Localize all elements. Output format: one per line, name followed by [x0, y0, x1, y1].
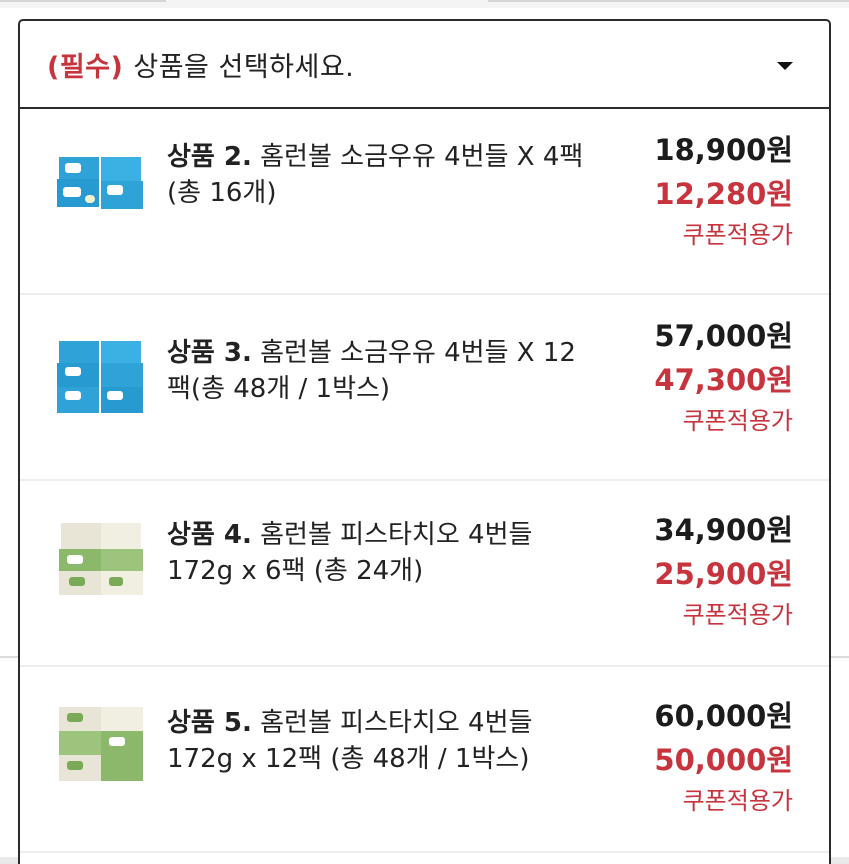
original-price: 57,000원	[654, 319, 793, 353]
strip-segment	[488, 0, 849, 2]
option-prices: 34,900원 25,900원 쿠폰적용가	[654, 509, 793, 633]
option-number: 상품 3.	[167, 338, 252, 368]
option-prices: 57,000원 47,300원 쿠폰적용가	[654, 315, 793, 439]
option-prices: 18,900원 12,280원 쿠폰적용가	[654, 129, 793, 253]
strip-segment	[0, 0, 166, 2]
product-select-dropdown[interactable]: (필수) 상품을 선택하세요. 상품 2. 홈런볼 소금우유 4번들 X 4팩(총…	[18, 19, 831, 864]
top-strip	[0, 0, 849, 8]
option-prices: 60,000원 50,000원 쿠폰적용가	[654, 695, 793, 819]
option-item[interactable]: 상품 3. 홈런볼 소금우유 4번들 X 12팩(총 48개 / 1박스) 57…	[20, 295, 829, 481]
coupon-label: 쿠폰적용가	[682, 407, 793, 435]
product-thumbnail	[57, 341, 143, 413]
required-label: (필수)	[47, 51, 124, 83]
coupon-label: 쿠폰적용가	[682, 601, 793, 629]
coupon-label: 쿠폰적용가	[682, 787, 793, 815]
option-item[interactable]: 상품 2. 홈런볼 소금우유 4번들 X 4팩(총 16개) 18,900원 1…	[20, 109, 829, 295]
sale-price: 50,000원	[654, 743, 793, 777]
option-number: 상품 5.	[167, 708, 252, 738]
option-item[interactable]: 상품 4. 홈런볼 피스타치오 4번들 172g x 6팩 (총 24개) 34…	[20, 481, 829, 667]
product-thumbnail	[59, 707, 143, 781]
sale-price: 47,300원	[654, 363, 793, 397]
option-name: 상품 5. 홈런볼 피스타치오 4번들 172g x 12팩 (총 48개 / …	[167, 705, 597, 777]
caret-down-icon[interactable]	[777, 62, 793, 70]
option-name: 상품 4. 홈런볼 피스타치오 4번들 172g x 6팩 (총 24개)	[167, 517, 597, 589]
option-number: 상품 4.	[167, 520, 252, 550]
select-placeholder: (필수) 상품을 선택하세요.	[47, 45, 354, 84]
select-header[interactable]: (필수) 상품을 선택하세요.	[20, 21, 829, 109]
option-name: 상품 3. 홈런볼 소금우유 4번들 X 12팩(총 48개 / 1박스)	[167, 335, 597, 407]
product-thumbnail	[59, 523, 143, 595]
product-thumbnail	[57, 157, 143, 209]
original-price: 34,900원	[654, 513, 793, 547]
original-price: 60,000원	[654, 699, 793, 733]
placeholder-text: 상품을 선택하세요.	[133, 51, 355, 83]
sale-price: 12,280원	[654, 177, 793, 211]
original-price: 18,900원	[654, 133, 793, 167]
option-item[interactable]: 상품 5. 홈런볼 피스타치오 4번들 172g x 12팩 (총 48개 / …	[20, 667, 829, 853]
option-name: 상품 2. 홈런볼 소금우유 4번들 X 4팩(총 16개)	[167, 139, 597, 211]
coupon-label: 쿠폰적용가	[682, 221, 793, 249]
option-number: 상품 2.	[167, 142, 252, 172]
sale-price: 25,900원	[654, 557, 793, 591]
